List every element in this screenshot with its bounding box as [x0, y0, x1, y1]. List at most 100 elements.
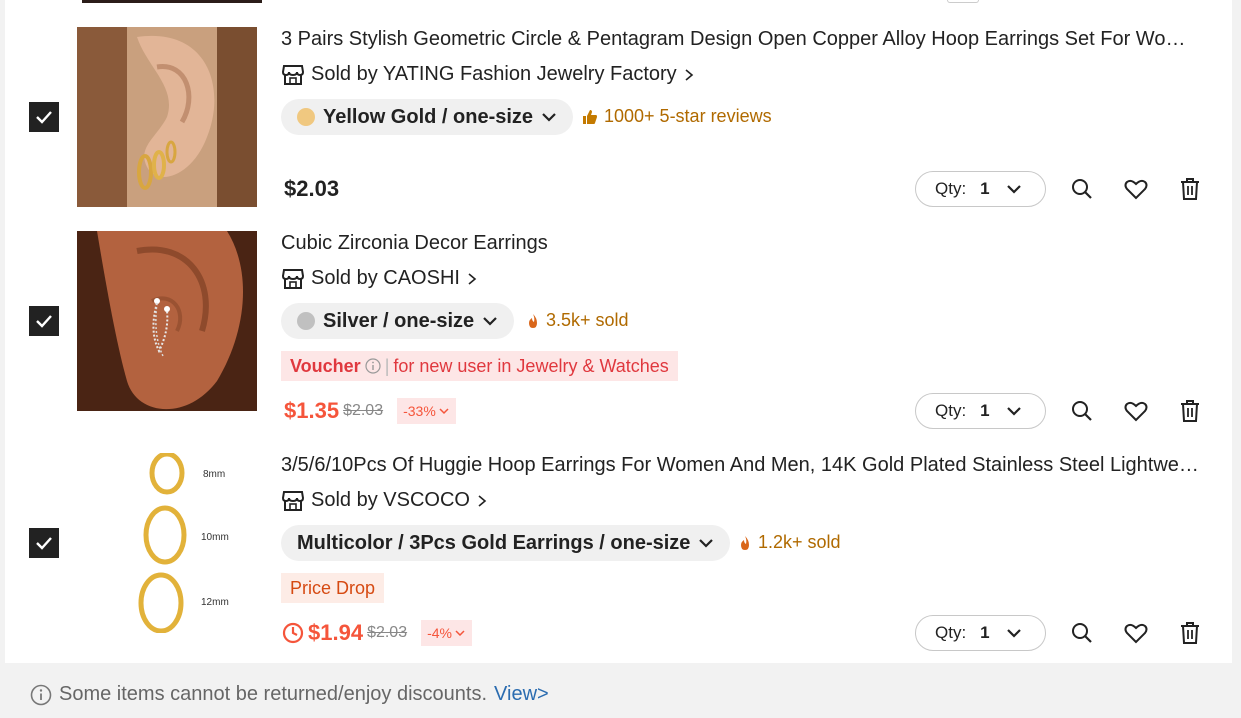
price-row: $2.03 [284, 176, 339, 202]
seller-name: Sold by VSCOCO [311, 489, 470, 511]
chevron-right-icon [478, 494, 487, 507]
voucher-divider: | [384, 355, 390, 376]
notice-text: Some items cannot be returned/enjoy disc… [59, 683, 488, 705]
variant-label: Silver / one-size [323, 309, 475, 332]
wishlist-button[interactable] [1124, 621, 1148, 645]
info-icon [365, 358, 381, 374]
chevron-right-icon [685, 68, 693, 81]
qty-value: 1 [980, 401, 990, 420]
product-title[interactable]: 3 Pairs Stylish Geometric Circle & Penta… [281, 28, 1201, 51]
discount-badge[interactable]: -33% [397, 398, 456, 424]
original-price: $2.03 [343, 402, 384, 419]
seller-link[interactable]: Sold by CAOSHI [281, 267, 478, 290]
heart-icon [1124, 179, 1148, 200]
clock-icon [282, 622, 304, 644]
sold-badge: 1.2k+ sold [738, 532, 841, 553]
item-checkbox[interactable] [29, 306, 59, 336]
flame-icon [529, 313, 537, 328]
previous-item-qty-edge [947, 0, 979, 3]
product-title[interactable]: 3/5/6/10Pcs Of Huggie Hoop Earrings For … [281, 454, 1201, 477]
product-image[interactable] [77, 231, 257, 411]
item-checkbox[interactable] [29, 528, 59, 558]
sale-price: $1.35 [284, 398, 340, 423]
discount-badge[interactable]: -4% [421, 620, 473, 646]
chevron-down-icon [455, 630, 465, 637]
seller-name: Sold by YATING Fashion Jewelry Factory [311, 63, 677, 85]
heart-icon [1124, 623, 1148, 644]
price-row: $1.94 $2.03 -4% [282, 620, 473, 646]
thumbs-up-icon [583, 109, 597, 124]
variant-label: Multicolor / 3Pcs Gold Earrings / one-si… [297, 531, 691, 554]
returns-notice: Some items cannot be returned/enjoy disc… [30, 683, 549, 706]
trash-icon [1181, 400, 1199, 422]
check-icon [36, 537, 52, 550]
discount-text: -33% [403, 403, 436, 419]
sold-text: 1.2k+ sold [758, 532, 841, 552]
size-label: 12mm [201, 597, 229, 608]
variant-label: Yellow Gold / one-size [323, 105, 534, 128]
variant-selector[interactable]: Silver / one-size [281, 303, 515, 339]
ear-hoop-photo [77, 27, 257, 207]
chevron-down-icon [1006, 407, 1021, 416]
view-link[interactable]: View> [494, 683, 549, 706]
search-icon [1072, 401, 1092, 421]
price-drop-label: Price Drop [290, 577, 376, 598]
store-icon [281, 268, 305, 289]
trash-icon [1181, 622, 1199, 644]
seller-link[interactable]: Sold by VSCOCO [281, 489, 488, 512]
previous-item-thumbnail-edge [82, 0, 262, 3]
color-swatch [297, 312, 315, 330]
delete-button[interactable] [1178, 399, 1202, 423]
find-similar-button[interactable] [1070, 621, 1094, 645]
product-image[interactable] [77, 27, 257, 207]
qty-label: Qty: [935, 401, 967, 420]
chevron-down-icon [1006, 185, 1021, 194]
qty-selector[interactable]: Qty: 1 [915, 171, 1046, 207]
chevron-down-icon [542, 113, 556, 122]
seller-name: Sold by CAOSHI [311, 267, 460, 289]
qty-label: Qty: [935, 179, 967, 198]
qty-selector[interactable]: Qty: 1 [915, 393, 1046, 429]
variant-selector[interactable]: Yellow Gold / one-size [281, 99, 574, 135]
chevron-down-icon [699, 539, 714, 548]
store-icon [281, 64, 305, 85]
qty-label: Qty: [935, 623, 967, 642]
delete-button[interactable] [1178, 177, 1202, 201]
qty-value: 1 [980, 179, 990, 198]
qty-value: 1 [980, 623, 990, 642]
sold-badge: 3.5k+ sold [526, 310, 629, 331]
find-similar-button[interactable] [1070, 177, 1094, 201]
discount-text: -4% [427, 625, 453, 641]
delete-button[interactable] [1178, 621, 1202, 645]
price-row: $1.35 $2.03 -33% [284, 398, 456, 424]
product-title[interactable]: Cubic Zirconia Decor Earrings [281, 232, 1201, 255]
sale-price: $1.94 [308, 620, 364, 645]
find-similar-button[interactable] [1070, 399, 1094, 423]
voucher-tag[interactable]: Voucher | for new user in Jewelry & Watc… [281, 351, 678, 381]
chevron-down-icon [483, 317, 497, 326]
chevron-down-icon [1006, 629, 1021, 638]
wishlist-button[interactable] [1124, 177, 1148, 201]
chevron-down-icon [439, 408, 449, 415]
chevron-right-icon [468, 272, 477, 285]
voucher-text: for new user in Jewelry & Watches [393, 355, 669, 376]
original-price: $2.03 [367, 624, 408, 641]
size-label: 10mm [201, 532, 229, 543]
price-drop-tag: Price Drop [281, 573, 385, 603]
flame-icon [741, 535, 749, 550]
trash-icon [1181, 178, 1199, 200]
color-swatch [297, 108, 315, 126]
reviews-text: 1000+ 5-star reviews [604, 106, 772, 126]
product-image[interactable]: 8mm 10mm 12mm [77, 453, 257, 633]
hoop-sizes-photo [138, 453, 187, 633]
wishlist-button[interactable] [1124, 399, 1148, 423]
qty-selector[interactable]: Qty: 1 [915, 615, 1046, 651]
reviews-badge: 1000+ 5-star reviews [582, 106, 772, 127]
seller-link[interactable]: Sold by YATING Fashion Jewelry Factory [281, 63, 695, 86]
store-icon [281, 490, 305, 511]
ear-chain-photo [77, 231, 257, 411]
variant-selector[interactable]: Multicolor / 3Pcs Gold Earrings / one-si… [281, 525, 731, 561]
heart-icon [1124, 401, 1148, 422]
item-checkbox[interactable] [29, 102, 59, 132]
search-icon [1072, 179, 1092, 199]
